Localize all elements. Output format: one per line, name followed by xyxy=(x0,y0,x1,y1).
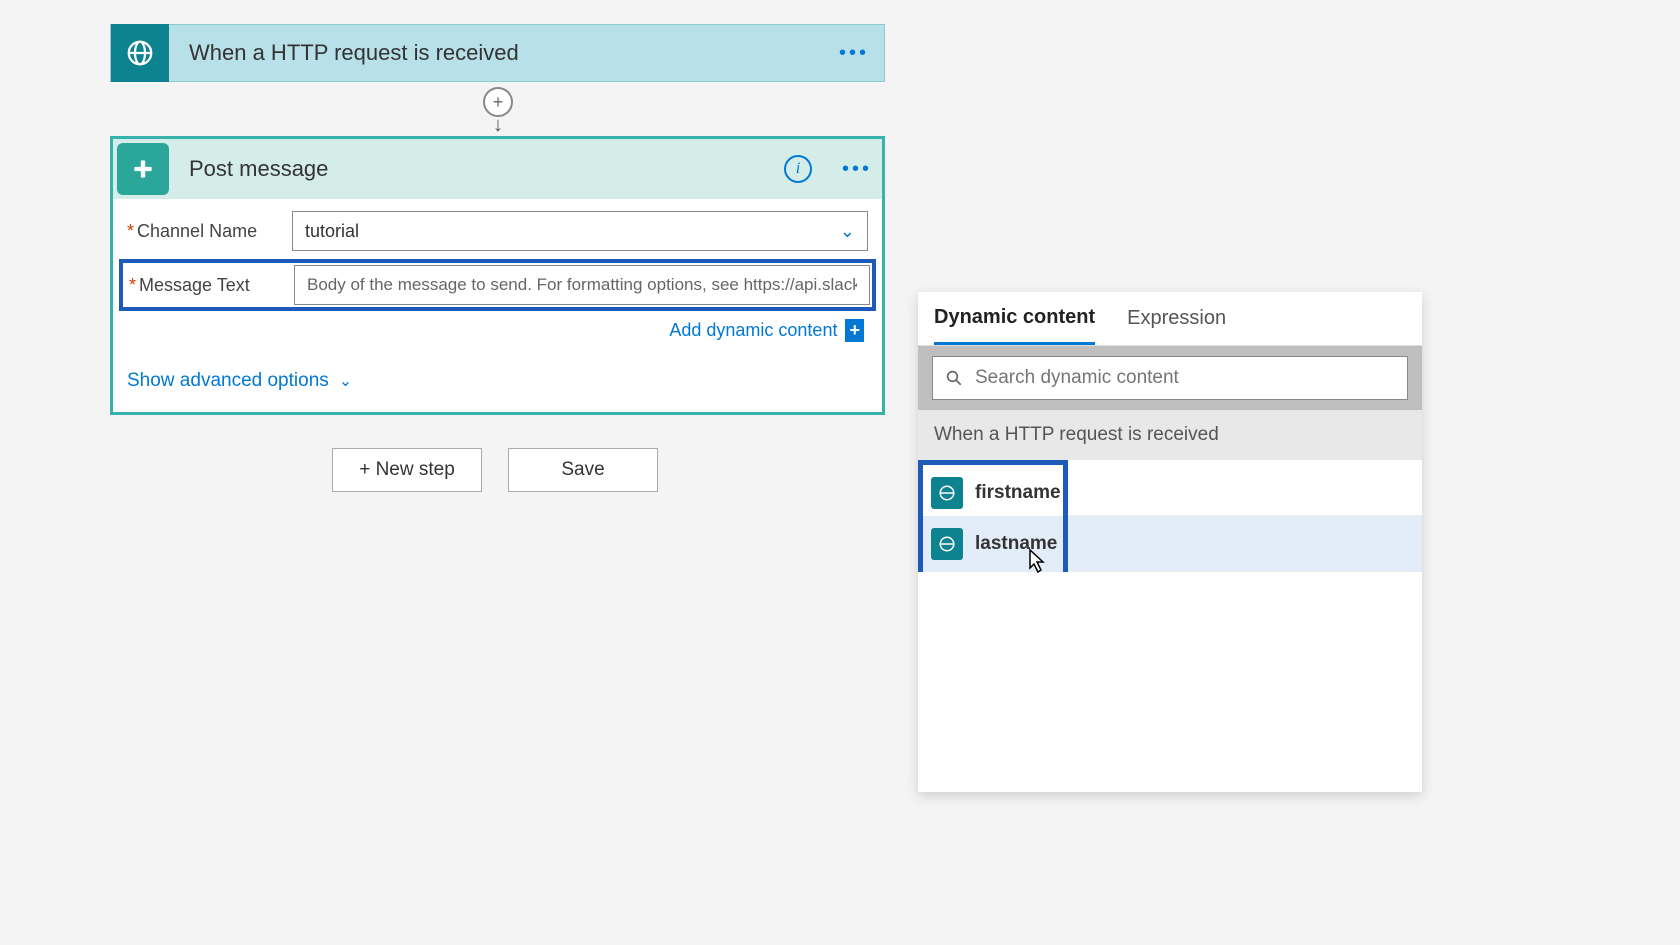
action-title: Post message xyxy=(189,156,784,182)
show-advanced-options-link[interactable]: Show advanced options ⌄ xyxy=(127,370,868,392)
action-menu-button[interactable]: ••• xyxy=(832,158,882,181)
channel-name-label: *Channel Name xyxy=(127,221,292,242)
trigger-card[interactable]: When a HTTP request is received ••• xyxy=(110,24,885,82)
dynamic-item-label: firstname xyxy=(975,482,1061,504)
action-body: *Channel Name tutorial ⌄ *Message Text A… xyxy=(113,199,882,412)
slack-icon xyxy=(117,143,169,195)
dynamic-search-wrap xyxy=(918,346,1422,410)
channel-name-label-text: Channel Name xyxy=(137,221,257,241)
tab-dynamic-content[interactable]: Dynamic content xyxy=(934,292,1095,345)
required-marker: * xyxy=(129,275,136,295)
http-icon xyxy=(931,477,963,509)
dynamic-item-row[interactable]: firstname xyxy=(918,460,1422,516)
tab-expression[interactable]: Expression xyxy=(1127,292,1226,345)
show-advanced-options-label: Show advanced options xyxy=(127,370,329,392)
chevron-down-icon: ⌄ xyxy=(339,371,352,391)
message-text-input-wrap xyxy=(294,265,870,305)
message-text-label: *Message Text xyxy=(125,275,294,296)
required-marker: * xyxy=(127,221,134,241)
dynamic-search-input[interactable] xyxy=(975,367,1395,389)
flow-footer-buttons: + New step Save xyxy=(332,448,658,492)
dynamic-panel-tabs: Dynamic content Expression xyxy=(918,292,1422,346)
http-icon xyxy=(931,528,963,560)
channel-name-value: tutorial xyxy=(305,221,359,242)
message-text-input[interactable] xyxy=(307,275,857,295)
message-text-row: *Message Text xyxy=(119,259,876,311)
dynamic-item-label: lastname xyxy=(975,533,1057,555)
dynamic-content-panel: Dynamic content Expression When a HTTP r… xyxy=(918,292,1422,792)
message-text-label-text: Message Text xyxy=(139,275,250,295)
action-card: Post message i ••• *Channel Name tutoria… xyxy=(110,136,885,415)
trigger-title: When a HTTP request is received xyxy=(189,40,824,66)
dynamic-search-field[interactable] xyxy=(932,356,1408,400)
add-dynamic-content-badge[interactable]: + xyxy=(845,319,864,342)
dynamic-group-header: When a HTTP request is received xyxy=(918,410,1422,460)
new-step-button[interactable]: + New step xyxy=(332,448,482,492)
http-trigger-icon xyxy=(111,24,169,82)
add-step-inline-button[interactable]: + xyxy=(483,87,513,117)
info-icon[interactable]: i xyxy=(784,155,812,183)
search-icon xyxy=(945,369,963,387)
dynamic-item-row[interactable]: lastname xyxy=(918,516,1422,572)
arrow-down-icon: ↓ xyxy=(493,114,503,137)
channel-name-row: *Channel Name tutorial ⌄ xyxy=(127,211,868,251)
flow-connector: + ↓ xyxy=(480,82,516,138)
dynamic-item-remainder xyxy=(1068,460,1422,516)
add-dynamic-content-link[interactable]: Add dynamic content xyxy=(669,320,837,340)
dynamic-item-remainder xyxy=(1068,516,1422,572)
dynamic-panel-blank xyxy=(918,572,1422,792)
trigger-menu-button[interactable]: ••• xyxy=(824,42,884,65)
add-dynamic-content-row: Add dynamic content + xyxy=(127,319,868,342)
channel-name-select[interactable]: tutorial ⌄ xyxy=(292,211,868,251)
chevron-down-icon: ⌄ xyxy=(840,221,855,242)
dynamic-items-list: firstname lastname xyxy=(918,460,1422,572)
save-button[interactable]: Save xyxy=(508,448,658,492)
action-header[interactable]: Post message i ••• xyxy=(113,139,882,199)
